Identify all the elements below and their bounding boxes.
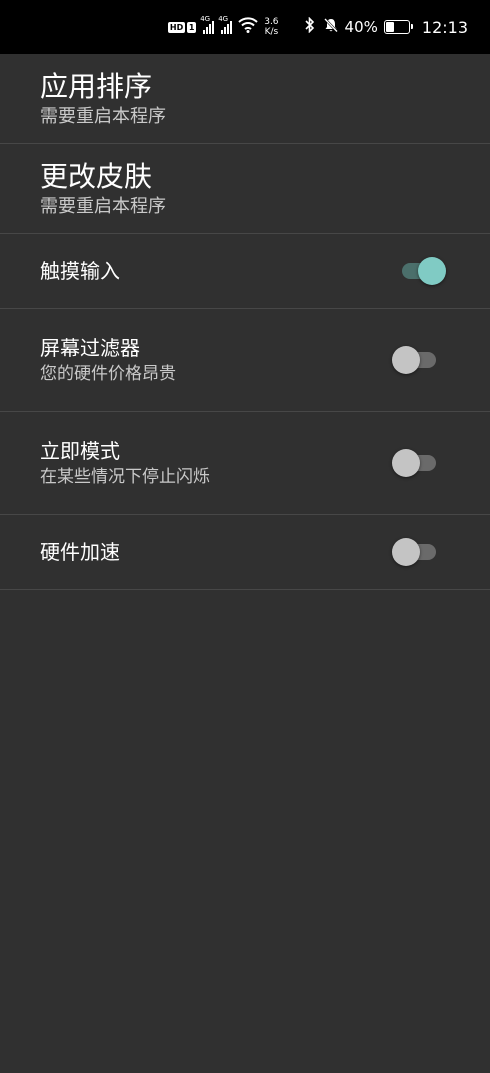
setting-screen-filter[interactable]: 屏幕过滤器 您的硬件价格昂贵 — [0, 309, 490, 412]
battery-percent: 40% — [344, 18, 378, 36]
setting-immediate-mode[interactable]: 立即模式 在某些情况下停止闪烁 — [0, 412, 490, 515]
setting-change-skin[interactable]: 更改皮肤 需要重启本程序 — [0, 144, 490, 234]
wifi-icon — [238, 17, 258, 37]
clock: 12:13 — [421, 17, 468, 37]
network-type-2: 4G — [218, 14, 229, 23]
setting-hardware-acceleration[interactable]: 硬件加速 — [0, 515, 490, 590]
status-icons: HD 1 4G 4G 3.6 K/s 40% 12:13 — [167, 15, 468, 37]
signal-icon-2: 4G — [218, 15, 233, 34]
touch-input-switch[interactable] — [402, 257, 446, 285]
setting-app-sort[interactable]: 应用排序 需要重启本程序 — [0, 54, 490, 144]
hd-icon: HD — [167, 21, 186, 33]
signal-icon-1: 4G — [200, 15, 215, 34]
setting-title: 更改皮肤 — [40, 159, 153, 193]
setting-subtitle: 需要重启本程序 — [40, 195, 166, 217]
sim-icon: 1 — [187, 21, 197, 33]
network-type-1: 4G — [200, 14, 211, 23]
bluetooth-icon — [304, 16, 315, 37]
speed-unit: K/s — [264, 27, 279, 37]
battery-icon — [383, 20, 413, 34]
setting-subtitle: 需要重启本程序 — [40, 105, 166, 127]
hardware-acceleration-switch[interactable] — [392, 538, 436, 566]
immediate-mode-switch[interactable] — [392, 449, 436, 477]
speed-value: 3.6 — [264, 17, 279, 27]
status-bar: HD 1 4G 4G 3.6 K/s 40% 12:13 — [0, 0, 490, 54]
screen-filter-switch[interactable] — [392, 346, 436, 374]
setting-title: 应用排序 — [40, 69, 153, 103]
bell-muted-icon — [323, 17, 339, 37]
setting-touch-input[interactable]: 触摸输入 — [0, 234, 490, 309]
settings-list: 应用排序 需要重启本程序 更改皮肤 需要重启本程序 触摸输入 屏幕过滤器 您的硬… — [0, 54, 490, 590]
network-speed: 3.6 K/s — [264, 17, 278, 37]
